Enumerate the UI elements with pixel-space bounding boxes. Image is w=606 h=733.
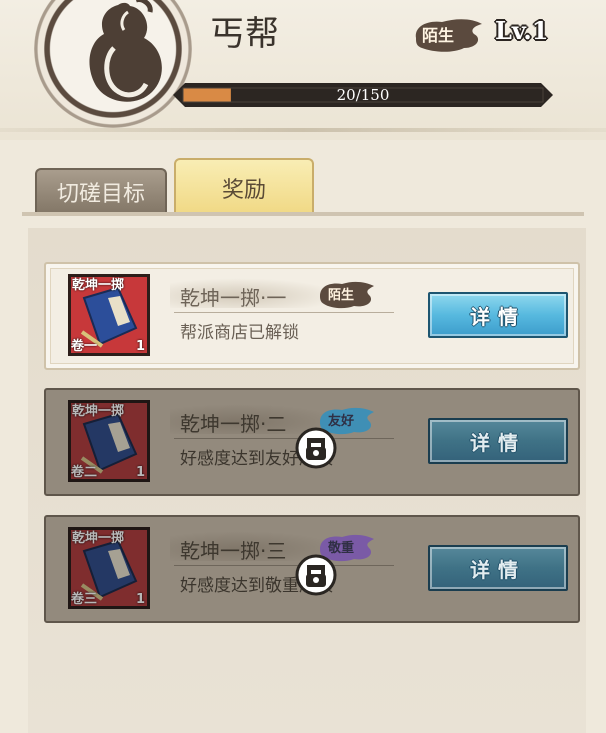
reward-card: 乾坤一掷 卷二 1 乾坤一掷·二 友好 好感度达到友好解锁 详情 [44,388,580,496]
reward-card: 乾坤一掷 卷一 1 乾坤一掷·一 陌生 帮派商店已解锁 详情 [44,262,580,370]
scroll-count: 1 [135,592,145,607]
scroll-title: 乾坤一掷 [72,404,125,419]
scroll-count: 1 [135,465,145,480]
guild-header: 丐帮 陌生 Lv.1 20/150 [0,0,606,140]
tab-divider [22,212,584,216]
tab-sparring-target[interactable]: 切磋目标 [35,168,167,214]
details-button[interactable]: 详情 [428,292,568,338]
relation-tag: 陌生 [318,278,376,312]
xp-text: 20/150 [336,86,390,104]
lock-icon [295,554,337,596]
details-button[interactable]: 详情 [428,418,568,464]
scroll-volume: 卷三 [71,592,98,607]
tab-rewards[interactable]: 奖励 [174,158,314,216]
relation-label: 陌生 [422,26,455,45]
relation-badge: 陌生 [412,16,486,56]
scroll-item-icon[interactable]: 乾坤一掷 卷二 1 [68,400,150,482]
scroll-volume: 卷二 [71,465,98,480]
reward-name: 乾坤一掷·一 [180,286,287,310]
scroll-item-icon[interactable]: 乾坤一掷 卷三 1 [68,527,150,609]
scroll-title: 乾坤一掷 [72,278,125,293]
reward-name: 乾坤一掷·三 [180,539,287,563]
scroll-count: 1 [135,339,145,354]
reward-card: 乾坤一掷 卷三 1 乾坤一掷·三 敬重 好感度达到敬重解锁 详情 [44,515,580,623]
relation-tag-label: 陌生 [328,288,355,303]
header-divider [0,128,606,132]
level-label: Lv.1 [495,16,549,45]
scroll-title: 乾坤一掷 [72,531,125,546]
reward-description: 帮派商店已解锁 [180,323,299,343]
scroll-item-icon[interactable]: 乾坤一掷 卷一 1 [68,274,150,356]
details-button[interactable]: 详情 [428,545,568,591]
reward-name: 乾坤一掷·二 [180,412,287,436]
lock-icon [295,427,337,469]
gourd-icon [89,0,162,102]
scroll-volume: 卷一 [71,339,98,354]
guild-name: 丐帮 [210,14,280,54]
